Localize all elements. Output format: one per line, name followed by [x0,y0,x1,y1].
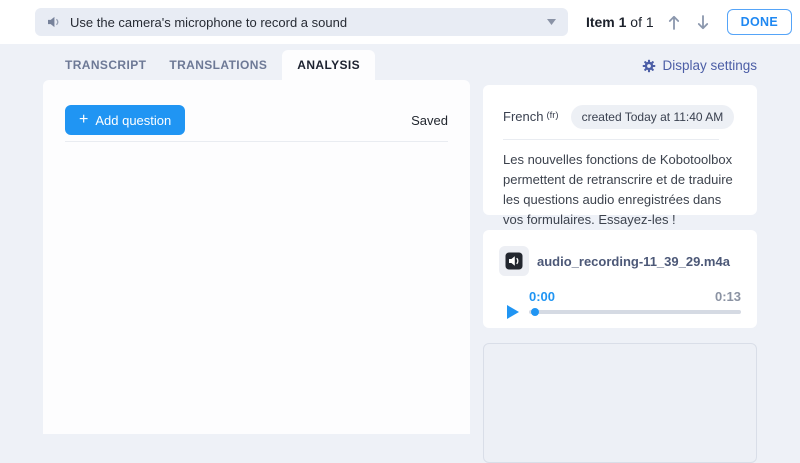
add-question-label: Add question [95,113,171,128]
audio-player: 0:00 0:13 [499,289,741,319]
speaker-icon [47,16,61,28]
top-bar: Use the camera's microphone to record a … [0,0,800,44]
divider [503,139,719,140]
selected-question-label: Use the camera's microphone to record a … [70,15,347,30]
question-selector-dropdown[interactable]: Use the camera's microphone to record a … [35,8,568,36]
arrow-down-icon [696,14,710,31]
total-duration: 0:13 [715,289,741,304]
item-count: Item 1 of 1 [586,14,654,30]
play-icon [507,305,519,319]
current-time: 0:00 [529,289,555,304]
tab-translations[interactable]: TRANSLATIONS [161,50,275,80]
analysis-panel-header: + Add question Saved [65,80,448,142]
display-settings-button[interactable]: Display settings [642,58,757,73]
created-timestamp-badge: created Today at 11:40 AM [571,105,735,129]
language-code: (fr) [546,110,558,121]
audio-file-row: audio_recording-11_39_29.m4a [499,246,741,276]
seek-handle [531,308,539,316]
player-body: 0:00 0:13 [529,289,741,319]
language-label: French(fr) [503,108,559,126]
plus-icon: + [79,112,88,128]
arrow-up-icon [667,14,681,31]
time-row: 0:00 0:13 [529,289,741,304]
display-settings-label: Display settings [662,58,757,73]
language-row: French(fr) created Today at 11:40 AM [503,105,737,129]
tab-transcript[interactable]: TRANSCRIPT [57,50,154,80]
translation-text: Les nouvelles fonctions de Kobotoolbox p… [503,150,737,231]
submission-pagination: Item 1 of 1 DONE [586,9,792,35]
language-name: French [503,109,543,124]
processing-view: TRANSCRIPT TRANSLATIONS ANALYSIS Display… [0,44,800,434]
tab-analysis[interactable]: ANALYSIS [282,50,375,80]
save-status: Saved [411,113,448,128]
item-total: of 1 [626,14,653,30]
audio-file-icon [499,246,529,276]
audio-player-card: audio_recording-11_39_29.m4a 0:00 0:13 [483,230,757,328]
audio-filename: audio_recording-11_39_29.m4a [537,254,730,269]
previous-item-button[interactable] [665,12,683,33]
sidebar-column: French(fr) created Today at 11:40 AM Les… [483,85,757,463]
add-question-button[interactable]: + Add question [65,105,185,135]
item-current: Item 1 [586,14,626,30]
gear-icon [642,59,656,73]
translation-card: French(fr) created Today at 11:40 AM Les… [483,85,757,215]
chevron-down-icon [547,19,556,25]
seek-bar[interactable] [529,310,741,314]
play-button[interactable] [507,305,519,319]
submission-detail-placeholder [483,343,757,463]
analysis-panel: + Add question Saved [43,80,470,434]
next-item-button[interactable] [694,12,712,33]
tab-bar: TRANSCRIPT TRANSLATIONS ANALYSIS [57,50,382,80]
done-button[interactable]: DONE [727,9,792,35]
